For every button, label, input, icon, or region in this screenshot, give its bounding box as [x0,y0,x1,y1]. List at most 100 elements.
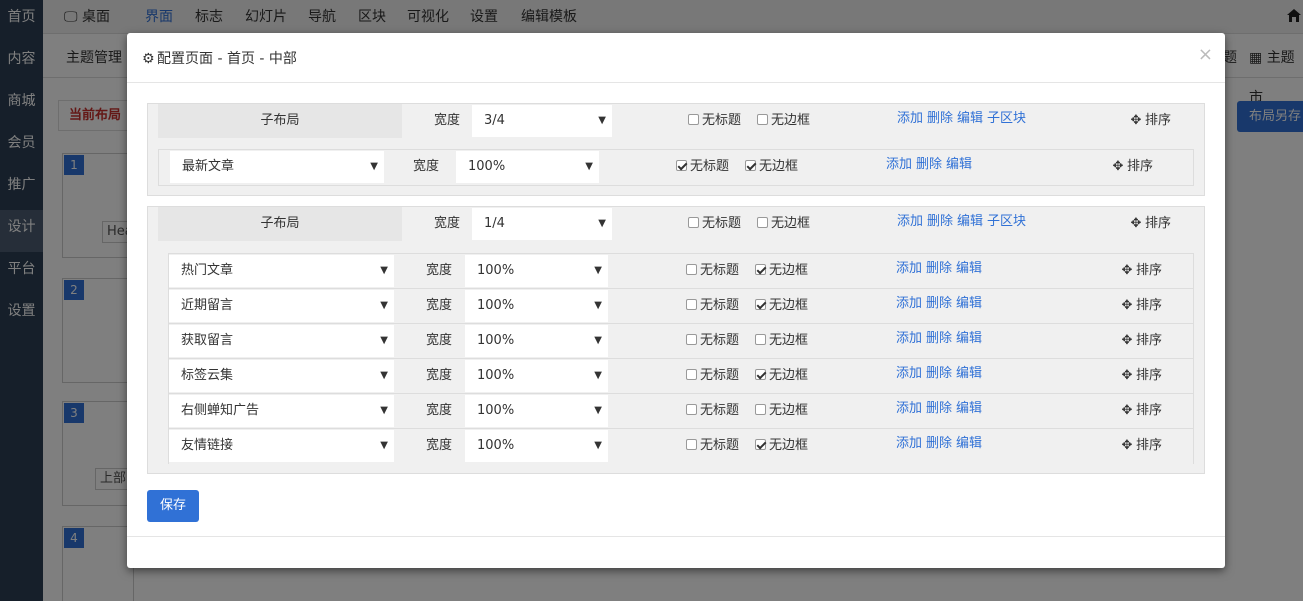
checkbox-box[interactable] [755,334,766,345]
no-border-checkbox[interactable]: 无边框 [755,359,808,393]
width-select[interactable]: 100% ▼ [465,430,608,462]
checkbox-box-checked[interactable] [755,369,766,380]
no-title-checkbox[interactable]: 无标题 [686,429,739,463]
sort-handle[interactable]: ✥ 排序 [1120,254,1162,288]
delete-link[interactable]: 删除 [926,261,952,276]
chevron-down-icon: ▼ [380,405,388,416]
sub-block-link[interactable]: 子区块 [987,214,1026,229]
no-title-checkbox[interactable]: 无标题 [676,150,729,184]
checkbox-box[interactable] [686,334,697,345]
checkbox-box-checked[interactable] [745,160,756,171]
add-link[interactable]: 添加 [896,296,922,311]
no-title-checkbox[interactable]: 无标题 [686,394,739,428]
no-title-checkbox[interactable]: 无标题 [686,254,739,288]
checkbox-box-checked[interactable] [755,439,766,450]
no-border-checkbox[interactable]: 无边框 [755,254,808,288]
save-button[interactable]: 保存 [147,490,199,522]
add-link[interactable]: 添加 [897,214,923,229]
checkbox-box[interactable] [686,369,697,380]
checkbox-box[interactable] [686,439,697,450]
sort-handle[interactable]: ✥ 排序 [1120,429,1162,463]
row-actions: 添加 删除 编辑 子区块 [897,207,1030,237]
checkbox-box[interactable] [686,264,697,275]
add-link[interactable]: 添加 [896,366,922,381]
block-select[interactable]: 友情链接 ▼ [169,430,394,462]
edit-link[interactable]: 编辑 [956,401,982,416]
sub-block-link[interactable]: 子区块 [987,111,1026,126]
no-title-label: 无标题 [700,298,740,313]
sort-handle[interactable]: ✥ 排序 [1120,359,1162,393]
no-title-checkbox[interactable]: 无标题 [688,104,741,138]
add-link[interactable]: 添加 [897,111,923,126]
edit-link[interactable]: 编辑 [957,214,983,229]
delete-link[interactable]: 删除 [926,366,952,381]
add-link[interactable]: 添加 [886,157,912,172]
width-select[interactable]: 100% ▼ [465,290,608,322]
checkbox-box-checked[interactable] [755,264,766,275]
no-border-checkbox[interactable]: 无边框 [745,150,798,184]
no-border-checkbox[interactable]: 无边框 [755,289,808,323]
width-select[interactable]: 100% ▼ [465,325,608,357]
sort-handle[interactable]: ✥ 排序 [1120,324,1162,358]
delete-link[interactable]: 删除 [927,111,953,126]
block-select[interactable]: 最新文章 ▼ [170,151,384,183]
add-link[interactable]: 添加 [896,261,922,276]
checkbox-box[interactable] [757,217,768,228]
no-border-checkbox[interactable]: 无边框 [755,429,808,463]
edit-link[interactable]: 编辑 [957,111,983,126]
edit-link[interactable]: 编辑 [956,296,982,311]
edit-link[interactable]: 编辑 [946,157,972,172]
width-select[interactable]: 100% ▼ [465,255,608,287]
width-select[interactable]: 100% ▼ [465,360,608,392]
config-page-modal: ⚙ 配置页面 - 首页 - 中部 × 子布局 宽度 3/4 ▼ 无标题 无边框 添加… [127,33,1225,568]
width-select[interactable]: 1/4 ▼ [472,208,612,240]
add-link[interactable]: 添加 [896,401,922,416]
edit-link[interactable]: 编辑 [956,261,982,276]
width-select[interactable]: 3/4 ▼ [472,105,612,137]
add-link[interactable]: 添加 [896,331,922,346]
edit-link[interactable]: 编辑 [956,331,982,346]
block-select[interactable]: 标签云集 ▼ [169,360,394,392]
delete-link[interactable]: 删除 [916,157,942,172]
delete-link[interactable]: 删除 [926,401,952,416]
add-link[interactable]: 添加 [896,436,922,451]
close-icon[interactable]: × [1198,44,1213,65]
no-title-label: 无标题 [700,438,740,453]
checkbox-box[interactable] [686,299,697,310]
checkbox-box-checked[interactable] [755,299,766,310]
block-select[interactable]: 近期留言 ▼ [169,290,394,322]
sort-handle[interactable]: ✥ 排序 [1120,289,1162,323]
sort-handle[interactable]: ✥ 排序 [1111,150,1153,184]
delete-link[interactable]: 删除 [926,436,952,451]
no-border-checkbox[interactable]: 无边框 [757,104,810,138]
no-title-checkbox[interactable]: 无标题 [686,324,739,358]
block-select[interactable]: 右侧蝉知广告 ▼ [169,395,394,427]
checkbox-box[interactable] [755,404,766,415]
edit-link[interactable]: 编辑 [956,436,982,451]
block-select[interactable]: 获取留言 ▼ [169,325,394,357]
block-select[interactable]: 热门文章 ▼ [169,255,394,287]
sort-handle[interactable]: ✥ 排序 [1129,104,1171,138]
checkbox-box[interactable] [688,114,699,125]
delete-link[interactable]: 删除 [926,296,952,311]
sort-handle[interactable]: ✥ 排序 [1129,207,1171,241]
checkbox-box[interactable] [686,404,697,415]
delete-link[interactable]: 删除 [927,214,953,229]
edit-link[interactable]: 编辑 [956,366,982,381]
checkbox-box[interactable] [757,114,768,125]
width-select[interactable]: 100% ▼ [465,395,608,427]
no-title-checkbox[interactable]: 无标题 [686,359,739,393]
no-title-checkbox[interactable]: 无标题 [686,289,739,323]
no-title-checkbox[interactable]: 无标题 [688,207,741,241]
sort-handle[interactable]: ✥ 排序 [1120,394,1162,428]
chevron-down-icon: ▼ [380,370,388,381]
no-border-checkbox[interactable]: 无边框 [757,207,810,241]
width-select-value: 3/4 [484,113,505,128]
delete-link[interactable]: 删除 [926,331,952,346]
checkbox-box-checked[interactable] [676,160,687,171]
no-border-checkbox[interactable]: 无边框 [755,394,808,428]
checkbox-box[interactable] [688,217,699,228]
no-border-checkbox[interactable]: 无边框 [755,324,808,358]
move-icon: ✥ [1121,403,1133,418]
width-select[interactable]: 100% ▼ [456,151,599,183]
